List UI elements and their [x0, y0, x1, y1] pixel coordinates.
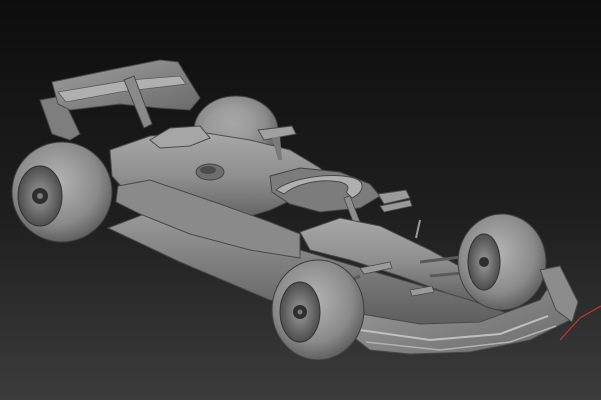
front-left-wheel — [271, 259, 365, 361]
render-canvas — [0, 0, 601, 400]
front-right-wheel — [457, 213, 547, 311]
3d-viewport[interactable] — [0, 0, 601, 400]
rear-left-wheel — [11, 141, 113, 243]
